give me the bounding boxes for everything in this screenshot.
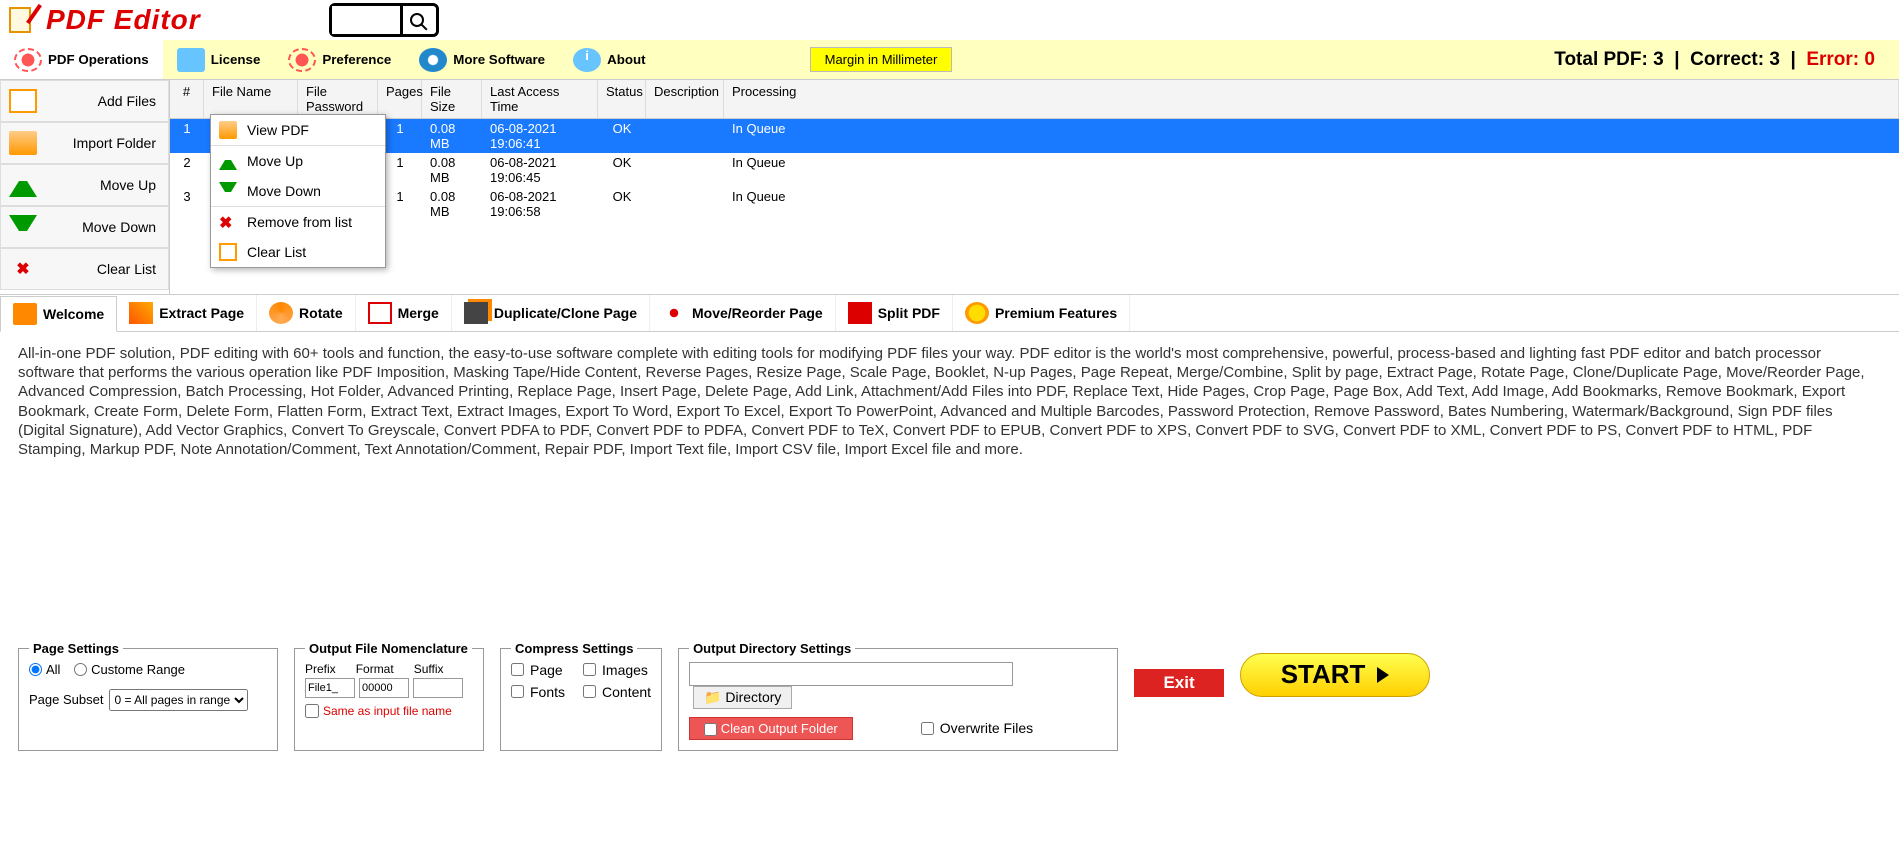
- arrow-down-icon: [219, 182, 237, 200]
- search-box[interactable]: [329, 3, 439, 37]
- import-folder-icon: [9, 131, 37, 155]
- play-icon: [1377, 667, 1389, 683]
- ctx-remove[interactable]: ✖Remove from list: [211, 207, 385, 237]
- move-icon: [662, 302, 686, 324]
- page-subset-label: Page Subset: [29, 692, 103, 707]
- stats: Total PDF: 3 | Correct: 3 | Error: 0: [1554, 49, 1899, 71]
- license-tab[interactable]: License: [163, 40, 275, 79]
- exit-button[interactable]: Exit: [1134, 669, 1224, 697]
- compress-legend: Compress Settings: [511, 641, 637, 656]
- remove-icon: ✖: [219, 213, 237, 231]
- compress-page-checkbox[interactable]: Page: [511, 662, 565, 678]
- software-icon: [419, 48, 447, 72]
- clean-output-button[interactable]: Clean Output Folder: [689, 717, 853, 740]
- toolbar: PDF Operations License Preference More S…: [0, 40, 1899, 80]
- premium-icon: [965, 302, 989, 324]
- bottom-panel: Page Settings All Custome Range Page Sub…: [0, 641, 1899, 751]
- ctx-move-down[interactable]: Move Down: [211, 176, 385, 206]
- ctx-clear[interactable]: Clear List: [211, 237, 385, 267]
- view-icon: [219, 121, 237, 139]
- arrow-down-icon: [9, 215, 37, 239]
- about-tab[interactable]: iAbout: [559, 40, 660, 79]
- page-subset-select[interactable]: 0 = All pages in range: [109, 689, 248, 711]
- format-input[interactable]: [359, 678, 409, 698]
- search-button[interactable]: [400, 6, 432, 34]
- context-menu: View PDF Move Up Move Down ✖Remove from …: [210, 114, 386, 268]
- search-input[interactable]: [332, 6, 400, 34]
- overwrite-checkbox[interactable]: Overwrite Files: [921, 720, 1033, 736]
- start-button[interactable]: START: [1240, 653, 1430, 697]
- table-row[interactable]: 3 10.08 MB 06-08-2021 19:06:58OK In Queu…: [170, 187, 1899, 221]
- split-icon: [848, 302, 872, 324]
- preference-tab[interactable]: Preference: [274, 40, 405, 79]
- compress-fonts-checkbox[interactable]: Fonts: [511, 684, 565, 700]
- margin-badge: Margin in Millimeter: [810, 47, 953, 72]
- clear-list-icon: [219, 243, 237, 261]
- grid-header: # File Name File Password Pages File Siz…: [170, 80, 1899, 119]
- tab-extract[interactable]: Extract Page: [117, 295, 257, 331]
- tab-premium[interactable]: Premium Features: [953, 295, 1130, 331]
- output-group: Output Directory Settings 📁 Directory Cl…: [678, 641, 1118, 751]
- import-folder-button[interactable]: Import Folder: [0, 122, 169, 164]
- welcome-description: All-in-one PDF solution, PDF editing wit…: [0, 332, 1899, 471]
- tab-duplicate[interactable]: Duplicate/Clone Page: [452, 295, 650, 331]
- operations-icon: [14, 48, 42, 72]
- arrow-up-icon: [9, 173, 37, 197]
- tab-welcome[interactable]: Welcome: [0, 296, 117, 332]
- pdf-operations-tab[interactable]: PDF Operations: [0, 40, 163, 79]
- file-grid[interactable]: # File Name File Password Pages File Siz…: [170, 80, 1899, 294]
- compress-content-checkbox[interactable]: Content: [583, 684, 651, 700]
- license-icon: [177, 48, 205, 72]
- welcome-icon: [13, 303, 37, 325]
- rotate-icon: [269, 302, 293, 324]
- tab-rotate[interactable]: Rotate: [257, 295, 356, 331]
- nomenclature-group: Output File Nomenclature Prefix Format S…: [294, 641, 484, 751]
- same-as-input-checkbox[interactable]: Same as input file name: [305, 704, 473, 718]
- search-icon: [410, 13, 424, 27]
- duplicate-icon: [464, 302, 488, 324]
- page-all-radio[interactable]: All: [29, 662, 60, 677]
- table-row[interactable]: 1 10.08 MB 06-08-2021 19:06:41OK In Queu…: [170, 119, 1899, 153]
- add-files-icon: [9, 89, 37, 113]
- more-software-tab[interactable]: More Software: [405, 40, 559, 79]
- page-custom-radio[interactable]: Custome Range: [74, 662, 185, 677]
- preference-icon: [288, 48, 316, 72]
- arrow-up-icon: [219, 152, 237, 170]
- bottom-tabs: Welcome Extract Page Rotate Merge Duplic…: [0, 294, 1899, 332]
- page-settings-legend: Page Settings: [29, 641, 123, 656]
- clear-icon: ✖: [9, 257, 37, 281]
- app-title: PDF Editor: [46, 4, 201, 36]
- nomenclature-legend: Output File Nomenclature: [305, 641, 472, 656]
- ctx-view-pdf[interactable]: View PDF: [211, 115, 385, 145]
- compress-group: Compress Settings Page Fonts Images Cont…: [500, 641, 662, 751]
- ctx-move-up[interactable]: Move Up: [211, 146, 385, 176]
- about-icon: i: [573, 48, 601, 72]
- tab-move[interactable]: Move/Reorder Page: [650, 295, 836, 331]
- move-down-button[interactable]: Move Down: [0, 206, 169, 248]
- table-row[interactable]: 2 10.08 MB 06-08-2021 19:06:45OK In Queu…: [170, 153, 1899, 187]
- folder-up-icon: 📁: [704, 689, 721, 705]
- tab-split[interactable]: Split PDF: [836, 295, 953, 331]
- move-up-button[interactable]: Move Up: [0, 164, 169, 206]
- app-logo-icon: [6, 4, 38, 36]
- merge-icon: [368, 302, 392, 324]
- directory-button[interactable]: 📁 Directory: [693, 686, 792, 709]
- output-directory-input[interactable]: [689, 662, 1013, 686]
- compress-images-checkbox[interactable]: Images: [583, 662, 651, 678]
- extract-icon: [129, 302, 153, 324]
- page-settings-group: Page Settings All Custome Range Page Sub…: [18, 641, 278, 751]
- add-files-button[interactable]: Add Files: [0, 80, 169, 122]
- suffix-input[interactable]: [413, 678, 463, 698]
- tab-merge[interactable]: Merge: [356, 295, 452, 331]
- prefix-input[interactable]: [305, 678, 355, 698]
- output-legend: Output Directory Settings: [689, 641, 855, 656]
- clear-list-button[interactable]: ✖Clear List: [0, 248, 169, 290]
- sidebar: Add Files Import Folder Move Up Move Dow…: [0, 80, 170, 294]
